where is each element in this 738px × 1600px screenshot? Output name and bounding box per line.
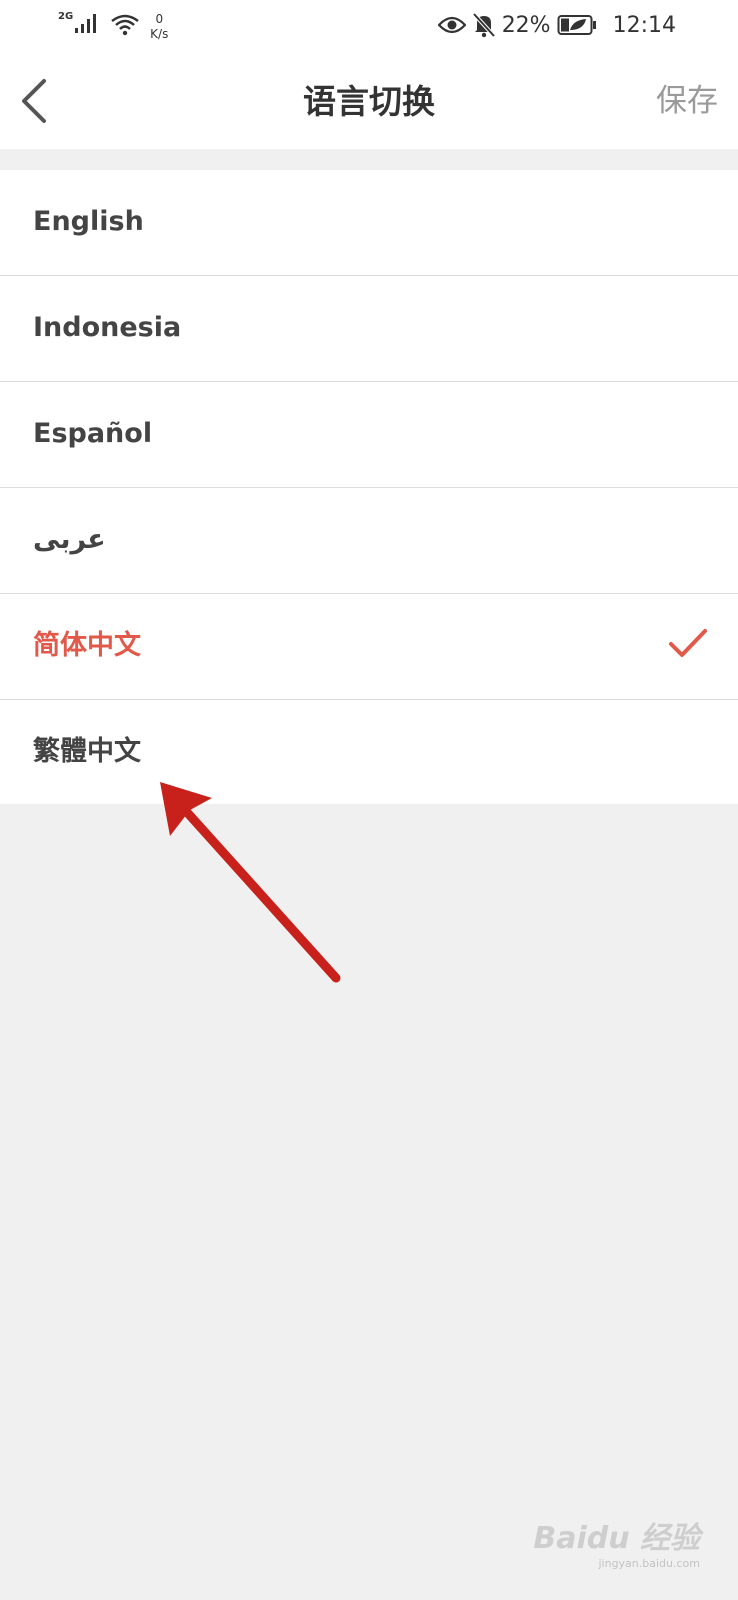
signal-icon — [75, 14, 97, 33]
language-item-espanol[interactable]: Español — [0, 382, 738, 488]
language-list: English Indonesia Español عربى 简体中文 繁體中文 — [0, 170, 738, 804]
app-header: 语言切换 保存 — [0, 55, 738, 149]
bell-muted-icon — [472, 12, 496, 38]
save-button[interactable]: 保存 — [656, 75, 718, 120]
language-item-traditional-chinese[interactable]: 繁體中文 — [0, 700, 738, 804]
clock: 12:14 — [612, 12, 676, 38]
speed-unit: K/s — [150, 27, 169, 41]
language-item-english[interactable]: English — [0, 170, 738, 276]
language-item-indonesia[interactable]: Indonesia — [0, 276, 738, 382]
network-speed: 0 K/s — [150, 12, 168, 42]
language-label: عربى — [33, 524, 106, 555]
battery-percent: 22% — [501, 12, 551, 38]
watermark-url: jingyan.baidu.com — [598, 1557, 700, 1570]
language-label: 繁體中文 — [33, 736, 141, 767]
network-type: 2G — [58, 11, 74, 22]
watermark-brand: Baidu 经验 — [533, 1521, 700, 1556]
battery-icon — [557, 15, 596, 35]
wifi-icon — [111, 14, 139, 36]
eye-icon — [437, 16, 466, 34]
page-title: 语言切换 — [303, 82, 435, 121]
status-bar: 2G 0 K/s 22% 12:14 — [0, 0, 738, 55]
language-item-simplified-chinese[interactable]: 简体中文 — [0, 594, 738, 700]
language-label: English — [33, 206, 144, 237]
language-item-arabic[interactable]: عربى — [0, 488, 738, 594]
checkmark-icon — [669, 629, 707, 657]
language-label: Indonesia — [33, 312, 182, 343]
status-left: 2G 0 K/s — [58, 12, 168, 42]
baidu-watermark: Baidu 经验 jingyan.baidu.com — [533, 1513, 700, 1570]
language-label: Español — [33, 418, 153, 449]
language-label: 简体中文 — [33, 630, 141, 661]
status-right: 22% 12:14 — [437, 12, 676, 38]
speed-value: 0 — [155, 12, 164, 26]
